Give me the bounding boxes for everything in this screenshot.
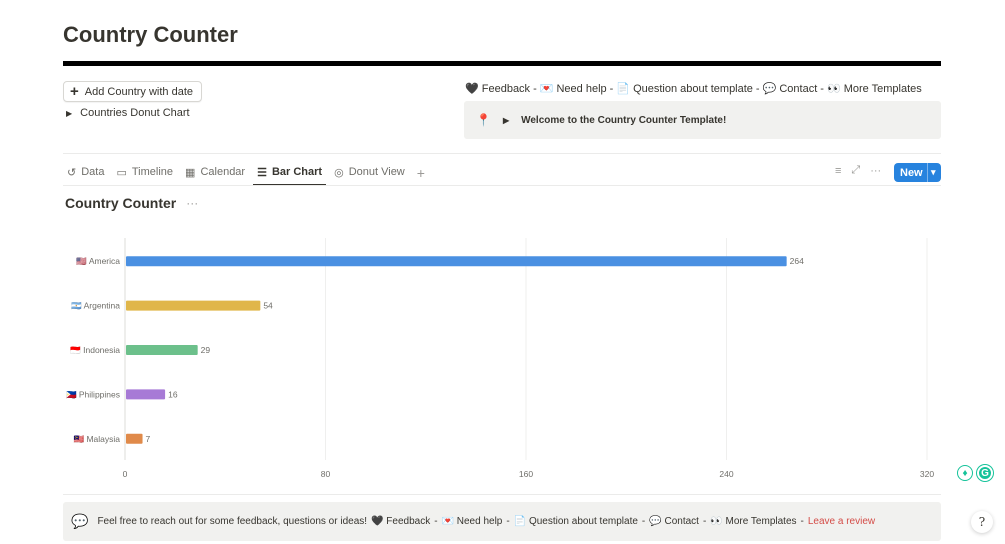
donut-chart-toggle[interactable]: ▶ Countries Donut Chart	[66, 107, 190, 119]
separator: -	[641, 516, 646, 527]
feedback-link[interactable]: 🖤 Feedback	[371, 516, 430, 527]
new-button[interactable]: New ▾	[894, 163, 941, 182]
history-icon: ↺	[67, 166, 77, 179]
divider	[63, 61, 941, 66]
more-templates-link[interactable]: 👀 More Templates	[827, 82, 922, 95]
question-link[interactable]: 📄 Question about template	[616, 82, 753, 95]
bar	[126, 300, 261, 311]
tab-label: Donut View	[348, 166, 405, 178]
x-tick-label: 0	[123, 469, 128, 479]
separator: -	[800, 516, 804, 527]
toggle-label: Countries Donut Chart	[80, 107, 190, 119]
more-icon[interactable]: ···	[186, 196, 198, 210]
y-tick-label: 🇦🇷 Argentina	[71, 301, 120, 311]
more-icon[interactable]: ···	[870, 165, 881, 177]
y-tick-label: 🇺🇸 America	[76, 256, 120, 266]
data-label: 29	[201, 345, 211, 355]
divider	[63, 153, 941, 154]
feedback-callout: 💬 Feel free to reach out for some feedba…	[63, 502, 941, 541]
bar	[126, 389, 166, 400]
page-title: Country Counter	[63, 22, 238, 47]
grammarly-widget[interactable]: ♦ G	[957, 465, 993, 481]
bar-chart: 0 80 160 240 320 🇺🇸 America 264 🇦🇷 Argentina 54 🇮…	[66, 238, 934, 479]
speech-bubbles-icon: 💬	[71, 513, 89, 529]
need-help-link[interactable]: 💌 Need help	[442, 516, 503, 527]
database-title-text: Country Counter	[65, 195, 177, 211]
contact-link[interactable]: 💬 Contact	[763, 82, 818, 95]
triangle-right-icon: ▶	[502, 115, 510, 125]
tab-bar-chart[interactable]: ☰ Bar Chart	[253, 160, 327, 186]
y-tick-label: 🇵🇭 Philippines	[66, 389, 120, 399]
bar	[126, 345, 198, 355]
x-tick-label: 80	[321, 469, 331, 479]
view-toolbar: ≡ ⤢ ···	[835, 164, 881, 177]
tab-label: Calendar	[200, 166, 246, 178]
contact-link[interactable]: 💬 Contact	[649, 516, 699, 527]
timeline-icon: ▭	[116, 166, 127, 179]
bulb-icon[interactable]: ♦	[957, 465, 973, 481]
donut-icon: ◎	[334, 166, 344, 179]
tab-label: Timeline	[131, 166, 174, 178]
triangle-right-icon: ▶	[66, 108, 73, 118]
data-label: 54	[263, 301, 273, 311]
x-tick-label: 320	[920, 469, 934, 479]
chevron-down-icon[interactable]: ▾	[927, 163, 936, 182]
bar-chart-icon: ☰	[257, 166, 267, 179]
separator: -	[755, 82, 760, 95]
separator: -	[702, 516, 707, 527]
y-tick-label: 🇮🇩 Indonesia	[70, 345, 120, 355]
help-links: 🖤 Feedback - 💌 Need help - 📄 Question ab…	[465, 82, 922, 96]
feedback-link[interactable]: 🖤 Feedback	[465, 82, 530, 95]
x-tick-label: 160	[519, 469, 533, 479]
plus-icon: +	[70, 83, 79, 100]
add-country-button[interactable]: + Add Country with date	[63, 81, 202, 102]
welcome-callout[interactable]: 📍 ▶ Welcome to the Country Counter Templ…	[464, 101, 941, 139]
filter-icon[interactable]: ≡	[835, 165, 841, 177]
database-title: Country Counter ···	[65, 195, 198, 211]
new-label: New	[900, 166, 923, 179]
leave-review-link[interactable]: Leave a review	[808, 516, 875, 527]
add-view-button[interactable]: +	[413, 160, 429, 186]
add-country-label: Add Country with date	[84, 85, 193, 98]
tab-calendar[interactable]: ▦ Calendar	[181, 160, 249, 184]
tab-donut-view[interactable]: ◎ Donut View	[330, 160, 409, 184]
separator: -	[609, 82, 614, 95]
bar	[126, 433, 143, 444]
x-tick-label: 240	[719, 469, 733, 479]
separator: -	[434, 516, 438, 527]
grammarly-icon[interactable]: G	[977, 465, 993, 481]
separator: -	[820, 82, 824, 95]
tab-timeline[interactable]: ▭ Timeline	[112, 160, 177, 184]
divider	[63, 494, 941, 495]
welcome-text: Welcome to the Country Counter Template!	[521, 114, 727, 126]
help-button[interactable]: ?	[971, 511, 993, 533]
need-help-link[interactable]: 💌 Need help	[540, 82, 607, 95]
callout-text: Feel free to reach out for some feedback…	[97, 516, 368, 527]
bar	[126, 256, 787, 267]
more-templates-link[interactable]: 👀 More Templates	[710, 516, 796, 527]
data-label: 7	[146, 434, 151, 444]
data-label: 264	[790, 256, 804, 266]
calendar-icon: ▦	[185, 166, 196, 179]
expand-icon[interactable]: ⤢	[851, 164, 860, 177]
y-tick-label: 🇲🇾 Malaysia	[74, 434, 121, 444]
tab-label: Data	[81, 166, 105, 178]
pin-icon: 📍	[476, 113, 491, 127]
divider	[63, 185, 941, 186]
tab-data[interactable]: ↺ Data	[63, 160, 108, 184]
data-label: 16	[168, 389, 178, 399]
separator: -	[506, 516, 510, 527]
view-tabs: ↺ Data ▭ Timeline ▦ Calendar ☰ Bar Chart…	[63, 160, 429, 186]
question-link[interactable]: 📄 Question about template	[514, 516, 638, 527]
separator: -	[533, 82, 537, 95]
tab-label: Bar Chart	[271, 166, 323, 178]
